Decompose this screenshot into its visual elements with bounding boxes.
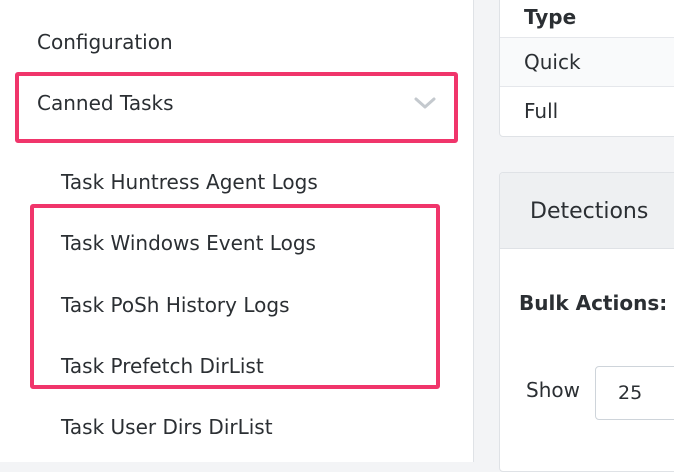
table-row[interactable]: Quick [500, 38, 674, 87]
sidebar-item-configuration[interactable]: Configuration [37, 30, 173, 54]
sidebar-subitem-task-posh-history-logs[interactable]: Task PoSh History Logs [61, 293, 290, 317]
sidebar-subitem-task-user-dirs-dirlist[interactable]: Task User Dirs DirList [61, 415, 273, 439]
show-entries-label: Show [526, 378, 580, 402]
sidebar-subitem-task-windows-event-logs[interactable]: Task Windows Event Logs [61, 231, 316, 255]
table-header-row: Type [500, 0, 674, 38]
scan-type-table: Type Quick Full [499, 0, 674, 137]
sidebar-subitem-task-huntress-agent-logs[interactable]: Task Huntress Agent Logs [61, 170, 318, 194]
detections-panel: Detections Bulk Actions: Show 25 [499, 172, 674, 472]
table-cell-type: Full [524, 99, 559, 123]
sidebar-item-canned-tasks[interactable]: Canned Tasks [37, 91, 174, 115]
show-entries-value: 25 [618, 382, 643, 404]
sidebar-subitem-task-prefetch-dirlist[interactable]: Task Prefetch DirList [61, 354, 264, 378]
column-header-type: Type [524, 5, 577, 29]
chevron-down-icon[interactable] [413, 95, 437, 111]
bulk-actions-label: Bulk Actions: [519, 291, 668, 315]
show-entries-select[interactable]: 25 [595, 366, 674, 420]
table-row[interactable]: Full [500, 87, 674, 136]
detections-title: Detections [530, 199, 649, 224]
sidebar-nav: Configuration Canned Tasks Task Huntress… [0, 0, 474, 462]
table-cell-type: Quick [524, 50, 581, 74]
detections-header: Detections [500, 173, 674, 249]
